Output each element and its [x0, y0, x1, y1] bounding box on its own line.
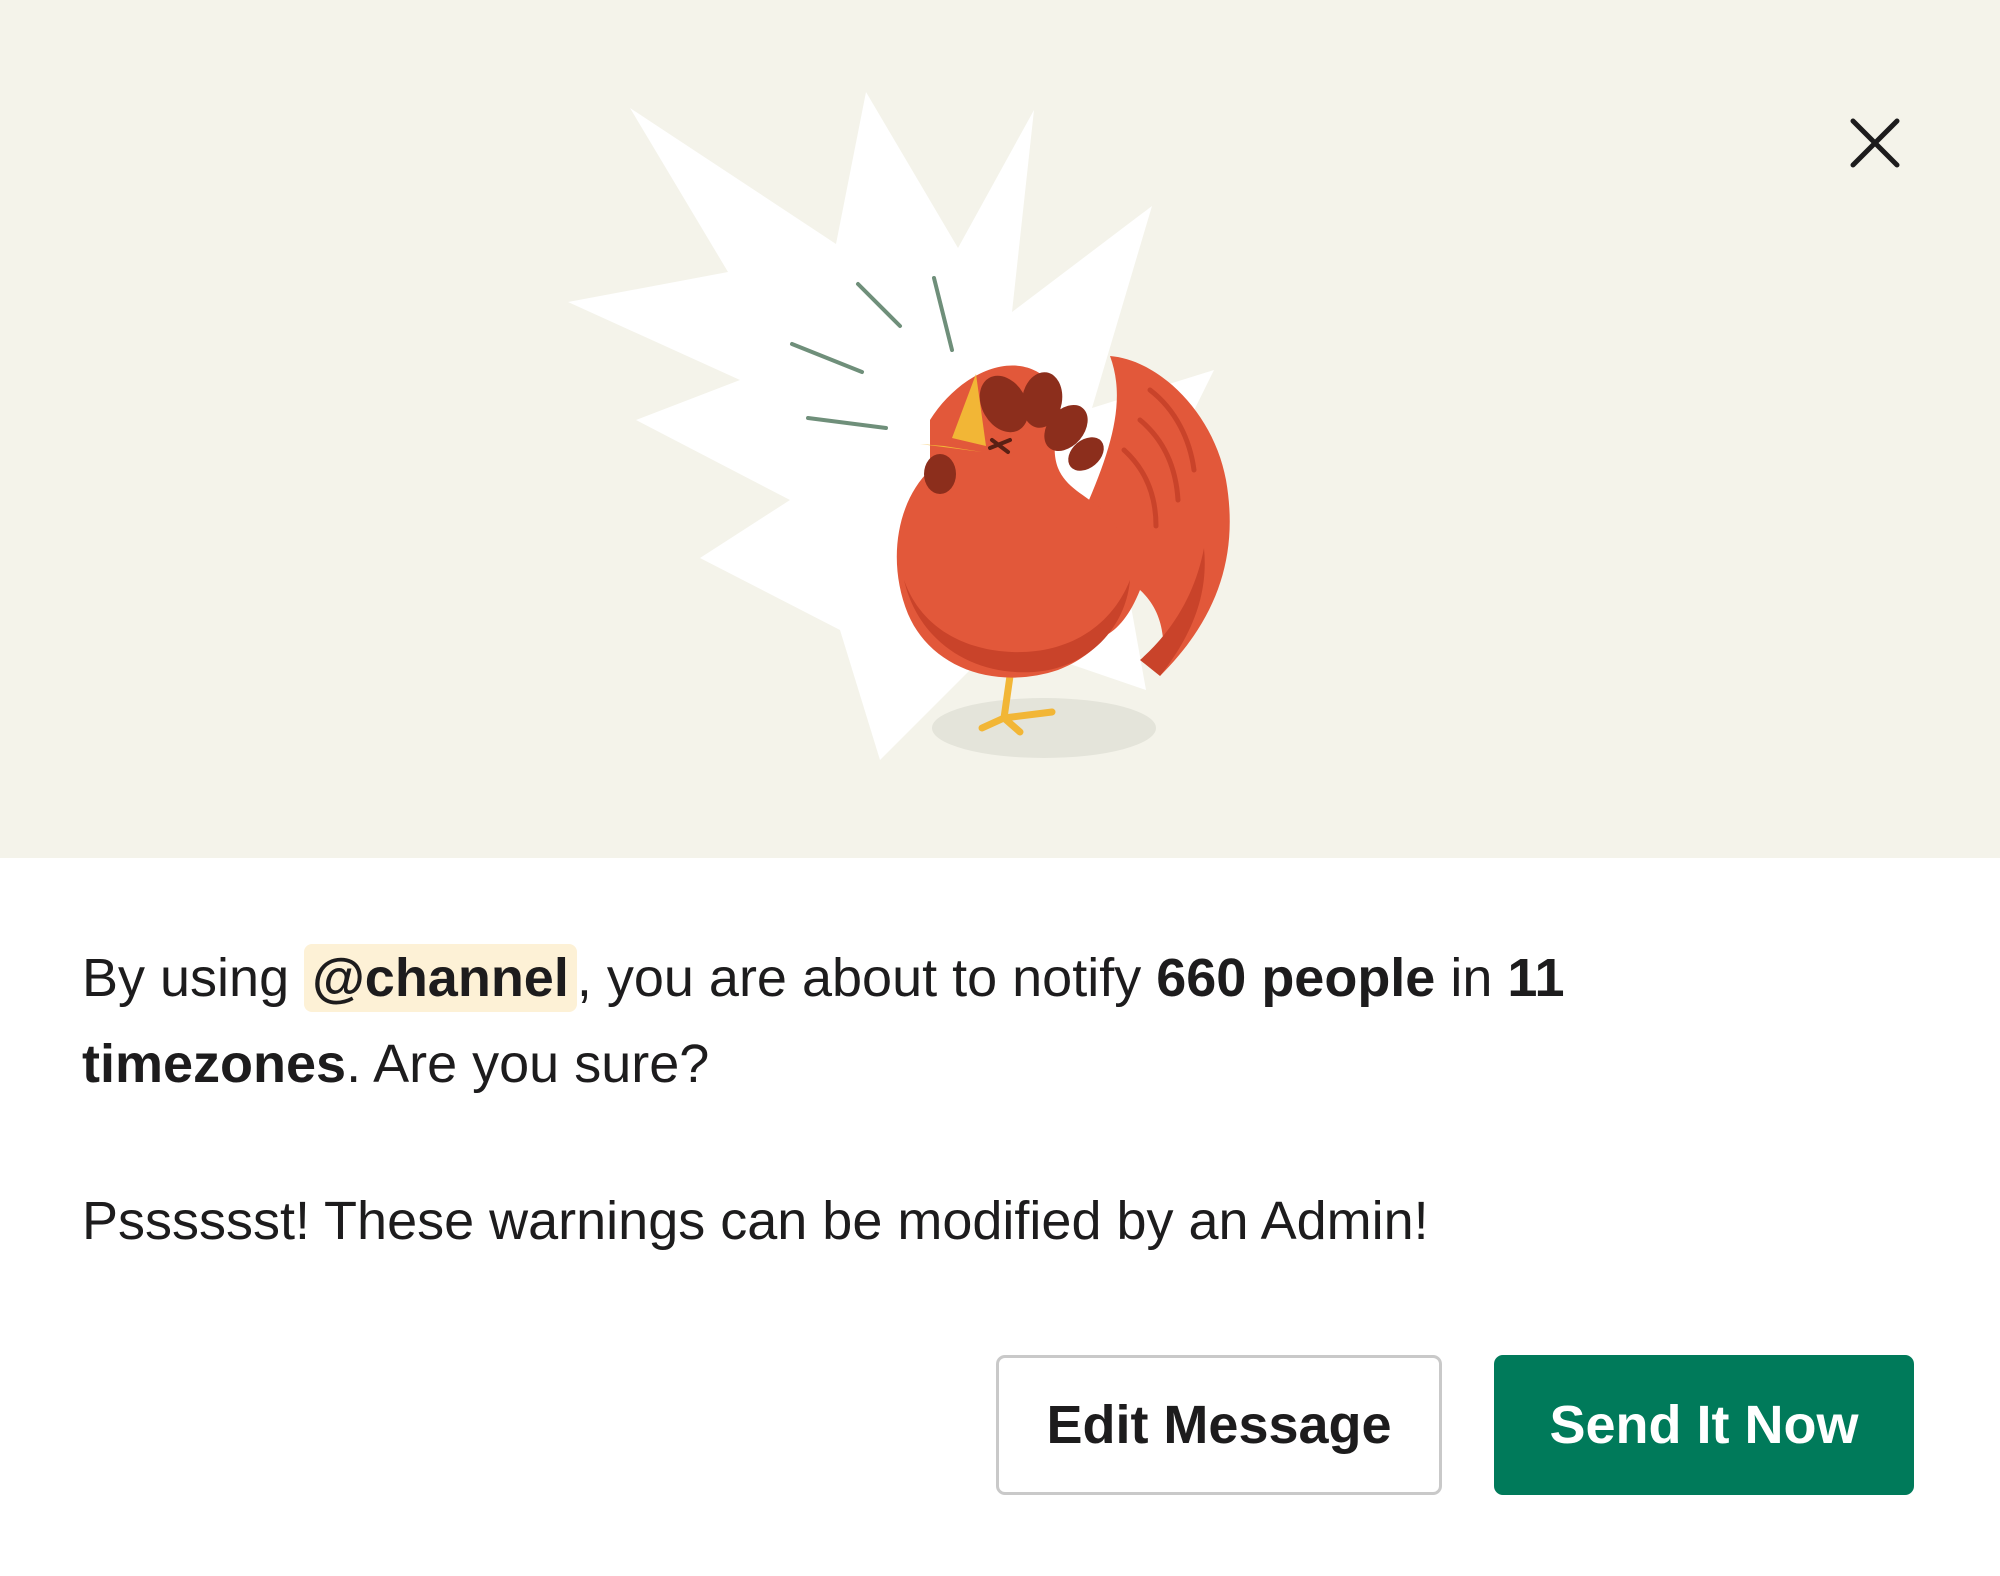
crowing-rooster-illustration	[568, 92, 1230, 760]
edit-message-button[interactable]: Edit Message	[996, 1355, 1442, 1495]
dialog-hero	[0, 0, 2000, 858]
message-in: in	[1435, 948, 1508, 1008]
close-button[interactable]	[1824, 92, 1926, 194]
people-count: 660 people	[1156, 948, 1436, 1008]
admin-note: Psssssst! These warnings can be modified…	[82, 1191, 1429, 1251]
warning-message: By using @channel, you are about to noti…	[82, 935, 1842, 1107]
send-it-now-button[interactable]: Send It Now	[1494, 1355, 1914, 1495]
channel-notification-dialog: By using @channel, you are about to noti…	[0, 0, 2000, 1576]
message-middle: , you are about to notify	[576, 948, 1157, 1008]
message-suffix: . Are you sure?	[346, 1034, 710, 1094]
rooster-wattle	[924, 454, 956, 494]
channel-mention: @channel	[304, 944, 577, 1012]
message-prefix: By using	[82, 948, 305, 1008]
rooster-shadow	[932, 698, 1156, 758]
close-icon	[1850, 118, 1900, 168]
